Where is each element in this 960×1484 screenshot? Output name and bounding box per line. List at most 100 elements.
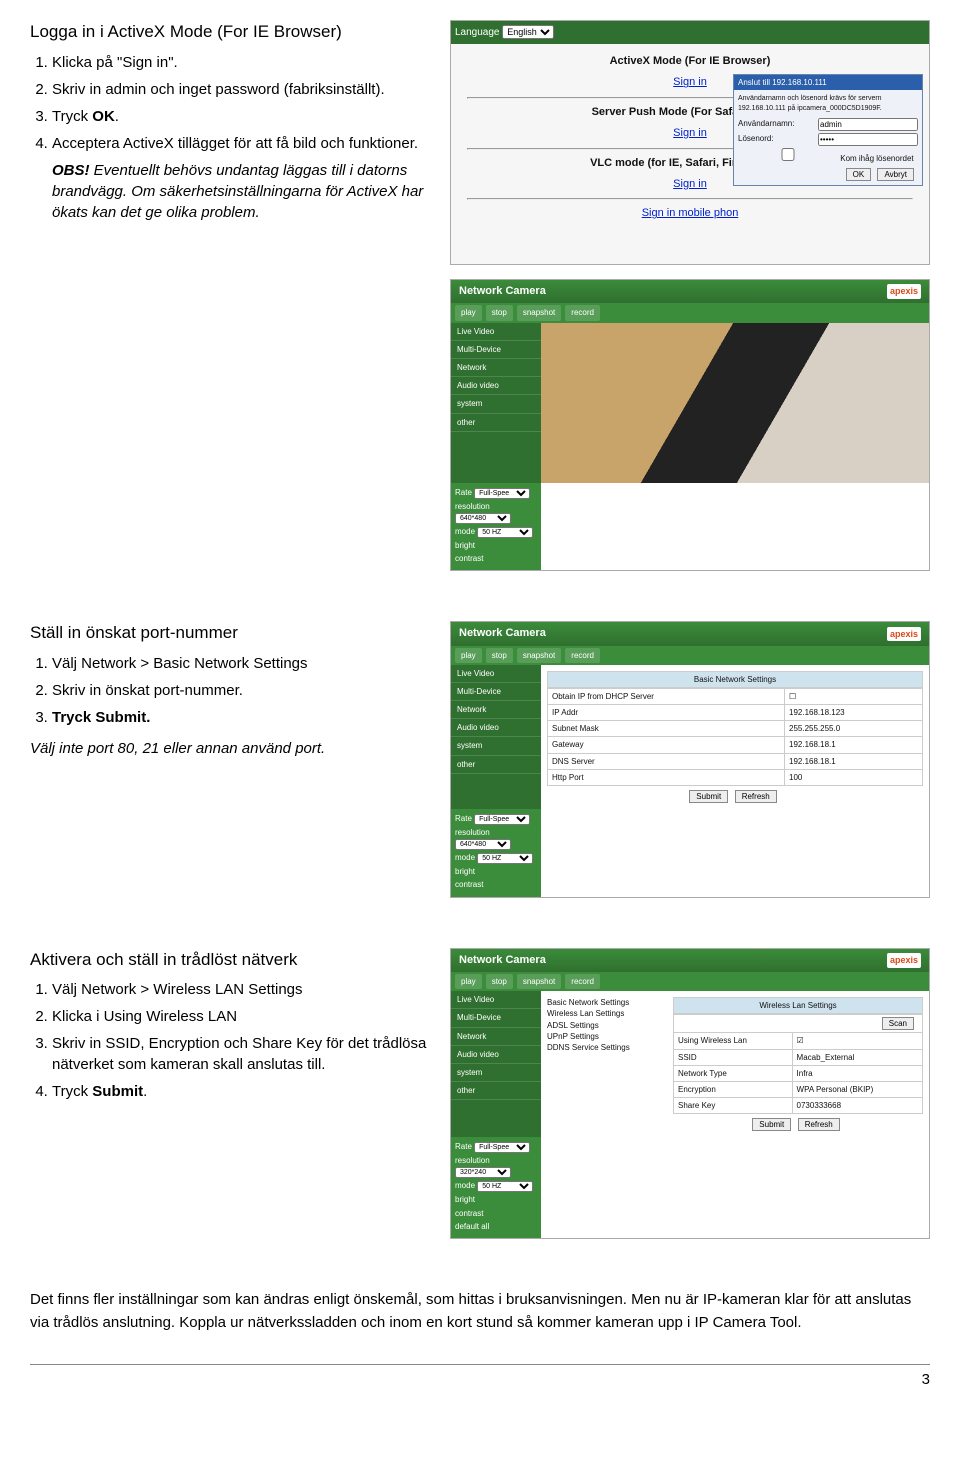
rate-select[interactable]: Full-Spee	[474, 1142, 530, 1153]
mode-select[interactable]: 50 HZ	[477, 527, 533, 538]
remember-checkbox[interactable]	[738, 148, 838, 161]
stop-button[interactable]: stop	[486, 974, 513, 989]
resolution-select[interactable]: 640*480	[455, 513, 511, 524]
mode-label: mode	[455, 1181, 475, 1190]
submenu-item[interactable]: UPnP Settings	[547, 1031, 667, 1042]
menu-multi-device[interactable]: Multi-Device	[451, 341, 541, 359]
obs-note: OBS! Eventuellt behövs undantag läggas t…	[52, 160, 430, 223]
refresh-button[interactable]: Refresh	[735, 790, 777, 803]
signin-link[interactable]: Sign in	[673, 127, 707, 139]
mode-select[interactable]: 50 HZ	[477, 1181, 533, 1192]
menu-network[interactable]: Network	[451, 701, 541, 719]
play-button[interactable]: play	[455, 974, 482, 989]
obs-body: Eventuellt behövs undantag läggas till i…	[52, 162, 423, 221]
menu-audio-video[interactable]: Audio video	[451, 1046, 541, 1064]
record-button[interactable]: record	[565, 648, 600, 663]
brand-logo: apexis	[887, 953, 921, 968]
side-menu: Live Video Multi-Device Network Audio vi…	[451, 323, 541, 483]
stop-button[interactable]: stop	[486, 648, 513, 663]
rate-select[interactable]: Full-Spee	[474, 488, 530, 499]
menu-multi-device[interactable]: Multi-Device	[451, 683, 541, 701]
mode-activex: ActiveX Mode (For IE Browser)	[467, 54, 913, 69]
language-select[interactable]: English	[502, 25, 554, 39]
menu-other[interactable]: other	[451, 1082, 541, 1100]
remember-label: Kom ihåg lösenordet	[840, 154, 913, 163]
resolution-select[interactable]: 640*480	[455, 839, 511, 850]
step: Skriv in önskat port-nummer.	[52, 680, 430, 701]
submenu-item[interactable]: DDNS Service Settings	[547, 1042, 667, 1053]
table-row: EncryptionWPA Personal (BKIP)	[674, 1081, 923, 1097]
heading-login: Logga in i ActiveX Mode (For IE Browser)	[30, 20, 430, 44]
play-button[interactable]: play	[455, 305, 482, 320]
default-label[interactable]: default all	[455, 1221, 537, 1232]
menu-system[interactable]: system	[451, 1064, 541, 1082]
menu-audio-video[interactable]: Audio video	[451, 377, 541, 395]
key-ok: OK	[92, 108, 115, 125]
port-input[interactable]: 100	[785, 769, 923, 785]
snapshot-button[interactable]: snapshot	[517, 648, 561, 663]
menu-system[interactable]: system	[451, 737, 541, 755]
play-button[interactable]: play	[455, 648, 482, 663]
table-row: Obtain IP from DHCP Server☐	[548, 688, 923, 704]
ssid-input[interactable]: Macab_External	[792, 1049, 922, 1065]
stop-button[interactable]: stop	[486, 305, 513, 320]
menu-system[interactable]: system	[451, 395, 541, 413]
record-button[interactable]: record	[565, 305, 600, 320]
menu-other[interactable]: other	[451, 414, 541, 432]
side-menu: Live Video Multi-Device Network Audio vi…	[451, 991, 541, 1137]
dialog-title: Anslut till 192.168.10.111	[734, 75, 922, 90]
resolution-label: resolution	[455, 828, 490, 837]
encryption-select[interactable]: WPA Personal (BKIP)	[792, 1081, 922, 1097]
network-type-select[interactable]: Infra	[792, 1065, 922, 1081]
resolution-select[interactable]: 320*240	[455, 1167, 511, 1178]
subnet-input[interactable]: 255.255.255.0	[785, 721, 923, 737]
mode-label: mode	[455, 853, 475, 862]
ip-input[interactable]: 192.168.18.123	[785, 705, 923, 721]
submit-button[interactable]: Submit	[752, 1118, 791, 1131]
menu-multi-device[interactable]: Multi-Device	[451, 1009, 541, 1027]
menu-network[interactable]: Network	[451, 359, 541, 377]
heading-wireless: Aktivera och ställ in trådlöst nätverk	[30, 948, 430, 972]
section-port: Ställ in önskat port-nummer Välj Network…	[30, 621, 930, 897]
submenu-item[interactable]: Wireless Lan Settings	[547, 1008, 667, 1019]
submenu-item[interactable]: Basic Network Settings	[547, 997, 667, 1008]
username-input[interactable]	[818, 118, 918, 131]
cancel-button[interactable]: Avbryt	[877, 168, 914, 181]
password-input[interactable]	[818, 133, 918, 146]
dns-input[interactable]: 192.168.18.1	[785, 753, 923, 769]
snapshot-button[interactable]: snapshot	[517, 974, 561, 989]
camera-title: Network Camera	[459, 626, 546, 641]
side-menu: Live Video Multi-Device Network Audio vi…	[451, 665, 541, 809]
submit-button[interactable]: Submit	[689, 790, 728, 803]
snapshot-button[interactable]: snapshot	[517, 305, 561, 320]
record-button[interactable]: record	[565, 974, 600, 989]
signin-mobile-link[interactable]: Sign in mobile phon	[642, 207, 739, 219]
sharekey-input[interactable]: 0730333668	[792, 1098, 922, 1114]
menu-live-video[interactable]: Live Video	[451, 665, 541, 683]
menu-network[interactable]: Network	[451, 1028, 541, 1046]
panel-title: Wireless Lan Settings	[673, 997, 923, 1014]
menu-live-video[interactable]: Live Video	[451, 991, 541, 1009]
gateway-input[interactable]: 192.168.18.1	[785, 737, 923, 753]
menu-live-video[interactable]: Live Video	[451, 323, 541, 341]
step-text: Tryck Submit.	[52, 709, 150, 726]
rate-select[interactable]: Full-Spee	[474, 814, 530, 825]
use-wireless-checkbox[interactable]: ☑	[792, 1033, 922, 1049]
screenshot-signin: Language English ActiveX Mode (For IE Br…	[450, 20, 930, 265]
menu-audio-video[interactable]: Audio video	[451, 719, 541, 737]
signin-link[interactable]: Sign in	[673, 76, 707, 88]
mode-select[interactable]: 50 HZ	[477, 853, 533, 864]
scan-button[interactable]: Scan	[882, 1017, 914, 1030]
panel-title: Basic Network Settings	[547, 671, 923, 688]
refresh-button[interactable]: Refresh	[798, 1118, 840, 1131]
signin-link[interactable]: Sign in	[673, 178, 707, 190]
wireless-table: Scan Using Wireless Lan☑ SSIDMacab_Exter…	[673, 1014, 923, 1114]
step-text: Tryck	[52, 108, 92, 125]
menu-other[interactable]: other	[451, 756, 541, 774]
dhcp-checkbox[interactable]: ☐	[785, 688, 923, 704]
submenu-item[interactable]: ADSL Settings	[547, 1020, 667, 1031]
mode-label: mode	[455, 527, 475, 536]
username-label: Användarnamn:	[738, 118, 794, 131]
table-row: Using Wireless Lan☑	[674, 1033, 923, 1049]
ok-button[interactable]: OK	[846, 168, 872, 181]
